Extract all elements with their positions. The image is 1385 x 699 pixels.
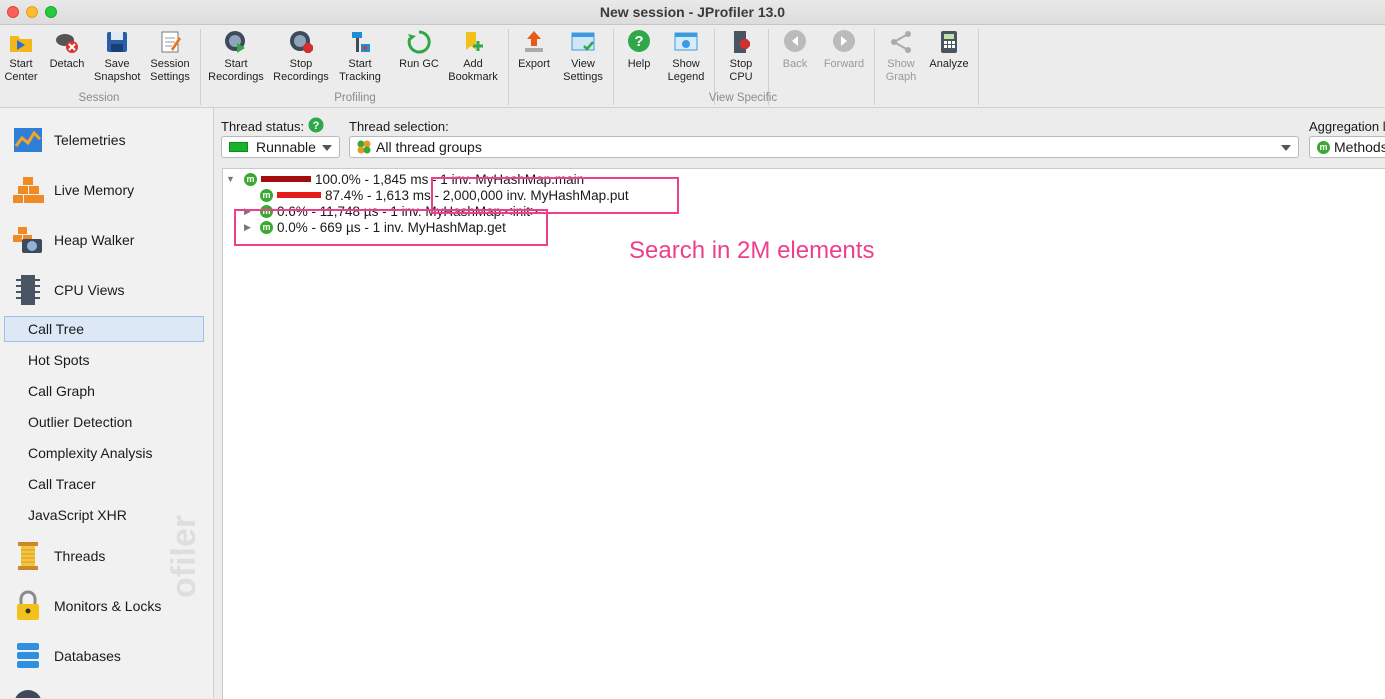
start-tracking-button[interactable]: Start Tracking (336, 29, 384, 91)
sidebar-item-partial-icon (14, 690, 42, 698)
forward-icon (833, 30, 855, 52)
back-icon (784, 30, 806, 52)
thread-status-value: Runnable (256, 139, 316, 155)
run-gc-icon (407, 30, 431, 54)
runnable-status-swatch (229, 142, 248, 152)
group-label-view-specific: View Specific (708, 92, 778, 104)
detach-icon (56, 34, 78, 53)
stop-cpu-icon (734, 31, 750, 53)
sidebar-item-call-tree[interactable]: Call Tree (28, 321, 84, 337)
export-button[interactable]: Export (514, 29, 554, 91)
start-tracking-icon (352, 32, 370, 52)
call-tree-panel: Thread status: ? Runnable Thread selecti… (214, 108, 1385, 699)
cpu-views-icon (16, 275, 40, 305)
aggregation-value: Methods (1334, 139, 1385, 155)
detach-button[interactable]: Detach (46, 29, 88, 91)
group-label-session: Session (78, 92, 120, 104)
show-graph-button[interactable]: Show Graph (880, 29, 922, 91)
thread-status-label: Thread status: (221, 119, 305, 134)
start-center-button[interactable]: Start Center (2, 29, 40, 91)
sidebar-item-databases[interactable]: Databases (12, 638, 121, 674)
sidebar-item-monitors-locks[interactable]: Monitors & Locks (12, 588, 161, 624)
toolbar-separator (200, 29, 201, 105)
method-badge-icon: m (260, 188, 273, 202)
view-settings-button[interactable]: View Settings (558, 29, 608, 91)
back-button[interactable]: Back (774, 29, 816, 91)
start-recordings-button[interactable]: Start Recordings (207, 29, 265, 91)
start-center-icon (10, 36, 32, 52)
sidebar-item-cpu-views[interactable]: CPU Views (12, 272, 125, 308)
tree-expand-down-icon[interactable]: ▼ (226, 174, 238, 184)
lock-icon (17, 590, 39, 620)
stop-recordings-button[interactable]: Stop Recordings (272, 29, 330, 91)
sidebar-item-hot-spots[interactable]: Hot Spots (28, 352, 89, 368)
sidebar-item-javascript-xhr[interactable]: JavaScript XHR (28, 507, 127, 523)
chevron-down-icon (1281, 145, 1291, 151)
highlight-box-get (234, 209, 548, 246)
save-snapshot-icon (107, 32, 127, 52)
thread-status-help-icon[interactable]: ? (308, 117, 324, 133)
thread-selection-label: Thread selection: (349, 119, 449, 134)
aggregation-label: Aggregation l (1309, 119, 1385, 134)
toolbar-separator (978, 29, 979, 105)
percentage-bar (261, 176, 311, 182)
sidebar-item-outlier-detection[interactable]: Outlier Detection (28, 414, 132, 430)
add-bookmark-button[interactable]: Add Bookmark (446, 29, 500, 91)
window-title: New session - JProfiler 13.0 (599, 4, 786, 20)
sidebar-item-call-graph[interactable]: Call Graph (28, 383, 95, 399)
show-legend-icon (674, 32, 698, 51)
help-button[interactable]: ? Help (618, 29, 660, 91)
forward-button[interactable]: Forward (820, 29, 868, 91)
toolbar-separator (508, 29, 509, 105)
analyze-button[interactable]: Analyze (926, 29, 972, 91)
add-bookmark-icon (466, 32, 483, 51)
stop-recordings-icon (290, 31, 313, 53)
help-icon: ? (628, 30, 650, 52)
thread-status-dropdown[interactable]: Runnable (221, 136, 340, 158)
session-settings-icon (161, 31, 181, 53)
sidebar-item-threads[interactable]: Threads (12, 538, 105, 574)
live-memory-icon (13, 177, 44, 203)
percentage-bar (277, 192, 321, 198)
svg-text:?: ? (634, 33, 643, 50)
heap-walker-icon (13, 227, 42, 253)
jprofiler-watermark: ofiler (165, 514, 203, 598)
call-tree-view: ▼ m 100.0% - 1,845 ms - 1 inv. MyHashMap… (222, 168, 1385, 699)
analyze-icon (941, 31, 957, 53)
database-icon (17, 643, 39, 668)
start-recordings-icon (225, 31, 245, 53)
method-badge-icon: m (244, 172, 257, 186)
run-gc-button[interactable]: Run GC (396, 29, 442, 91)
export-icon (525, 31, 543, 52)
sidebar-item-complexity-analysis[interactable]: Complexity Analysis (28, 445, 153, 461)
aggregation-dropdown[interactable]: m Methods (1309, 136, 1385, 158)
session-settings-button[interactable]: Session Settings (146, 29, 194, 91)
thread-selection-value: All thread groups (376, 139, 482, 155)
thread-selection-dropdown[interactable]: All thread groups (349, 136, 1299, 158)
show-legend-button[interactable]: Show Legend (664, 29, 708, 91)
threads-icon (18, 542, 38, 570)
sidebar-item-telemetries[interactable]: Telemetries (12, 122, 126, 158)
group-label-profiling: Profiling (334, 92, 376, 104)
method-badge-icon: m (1317, 140, 1330, 154)
title-bar: New session - JProfiler 13.0 (0, 0, 1385, 25)
annotation-text: Search in 2M elements (629, 237, 875, 264)
stop-cpu-button[interactable]: Stop CPU (720, 29, 762, 91)
chevron-down-icon (322, 145, 332, 151)
show-graph-icon (891, 31, 911, 53)
view-settings-icon (571, 32, 595, 51)
sidebar-item-live-memory[interactable]: Live Memory (12, 172, 134, 208)
sidebar-item-heap-walker[interactable]: Heap Walker (12, 222, 134, 258)
view-sidebar: Telemetries Live Memory Heap Walker CPU … (0, 108, 214, 698)
sidebar-item-call-tracer[interactable]: Call Tracer (28, 476, 96, 492)
thread-group-icon (357, 140, 371, 154)
main-toolbar: Start Center Detach Save Snapshot Session S… (0, 25, 1385, 108)
svg-text:?: ? (313, 120, 320, 132)
telemetries-icon (14, 128, 42, 152)
save-snapshot-button[interactable]: Save Snapshot (94, 29, 140, 91)
